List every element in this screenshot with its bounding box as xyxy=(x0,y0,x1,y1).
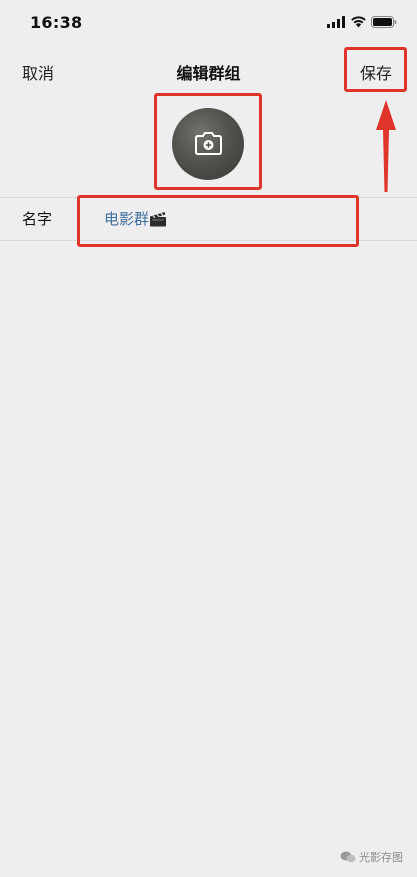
status-bar: 16:38 xyxy=(0,0,417,46)
highlight-box-avatar xyxy=(154,93,262,190)
wifi-icon xyxy=(351,16,366,28)
wechat-icon xyxy=(340,851,356,863)
arrow-up-icon xyxy=(376,100,396,192)
watermark-text: 光影存图 xyxy=(359,851,403,864)
cellular-signal-icon xyxy=(327,16,345,28)
highlight-box-save xyxy=(344,47,407,92)
highlight-box-name xyxy=(77,195,359,247)
name-label: 名字 xyxy=(22,210,53,228)
status-time: 16:38 xyxy=(30,13,83,32)
edit-group-screen: 16:38 取消 编辑群组 保存 名字 电影群 光影存图 xyxy=(0,0,417,877)
watermark: 光影存图 xyxy=(340,849,403,865)
battery-icon xyxy=(371,16,397,28)
